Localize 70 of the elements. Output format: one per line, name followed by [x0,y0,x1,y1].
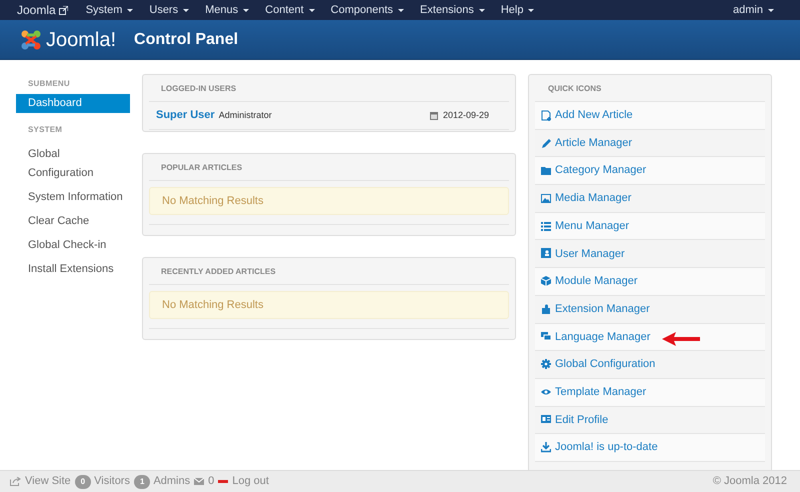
count-badge: 0 [74,474,92,488]
pencil-icon [541,138,551,149]
logo-icon [20,28,42,50]
menu-item[interactable]: Extensions [420,2,485,18]
quick-icon-link[interactable]: Joomla! is up-to-date [535,434,765,462]
cube-icon [541,276,551,287]
visitors-label: Visitors [94,474,130,490]
caret-icon [243,8,250,12]
quick-icon-link[interactable]: Add New Article [535,102,765,130]
contact-card-icon [541,248,551,260]
quick-icon-link[interactable]: Module Manager [535,268,765,296]
view-site-link[interactable]: View Site [10,473,71,490]
quick-icon-link[interactable]: Edit Profile [535,406,765,434]
caret-icon [127,8,134,12]
sidebar-item[interactable]: Dashboard [16,94,130,113]
brand-text: Joomla [17,2,56,19]
sidebar-item[interactable]: Clear Cache [16,209,130,233]
caret-icon [768,8,774,12]
panel-heading: RECENTLY ADDED ARTICLES [149,258,509,285]
caret-icon [528,8,534,12]
sidebar-item[interactable]: Global Configuration [16,142,130,185]
download-icon [541,442,551,454]
sidebar-item[interactable]: System Information [16,185,130,209]
minus-icon [218,480,228,483]
user-menu[interactable]: admin [733,2,774,18]
login-date: 2012-09-29 [442,108,489,122]
caret-icon [398,8,404,12]
panel-heading: LOGGED-IN USERS [149,75,509,102]
empty-message: No Matching Results [149,187,509,215]
quick-icon-link[interactable]: Article Manager [535,130,765,158]
menu-item[interactable]: Content [265,2,315,18]
folder-icon [541,165,551,176]
admins-label: Admins [153,474,190,490]
envelope-icon [194,478,204,485]
menu-item[interactable]: Users [149,2,190,18]
chat-bubbles-icon [541,331,551,342]
section-heading: SYSTEM [27,124,64,136]
copyright-text: © Joomla 2012 [712,474,787,490]
sidebar-item[interactable]: Install Extensions [16,257,130,281]
caret-icon [183,8,190,12]
image-icon [541,192,551,204]
menu-item[interactable]: Menus [205,2,250,18]
caret-icon [308,8,315,12]
quick-icon-link[interactable]: Menu Manager [535,212,765,240]
user-role: Administrator [218,108,272,122]
empty-message: No Matching Results [149,291,509,319]
count-badge: 1 [134,474,150,488]
calendar-icon [430,111,438,120]
logout-link[interactable]: Log out [232,473,269,490]
gear-icon [541,359,551,370]
message-count: 0 [208,474,214,490]
user-link[interactable]: Super User [156,107,215,124]
document-plus-icon [541,110,551,121]
list-icon [541,220,551,232]
caret-icon [478,8,485,12]
page-title: Control Panel [134,30,238,50]
external-link-icon [58,6,68,14]
share-icon [10,477,21,486]
menu-item[interactable]: System [86,2,134,18]
quick-icon-link[interactable]: Template Manager [535,378,765,407]
quick-icon-link[interactable]: Category Manager [535,157,765,186]
id-card-icon [541,414,551,426]
sidebar-item[interactable]: Global Check-in [16,233,130,257]
puzzle-piece-icon [541,304,551,315]
section-heading: SUBMENU [27,78,71,90]
menu-item[interactable]: Help [500,2,534,18]
logo-text: Joomla! [46,30,116,50]
panel-heading: POPULAR ARTICLES [149,154,509,181]
quick-icon-link[interactable]: Language Manager [535,324,765,352]
menu-item[interactable]: Components [330,2,404,18]
